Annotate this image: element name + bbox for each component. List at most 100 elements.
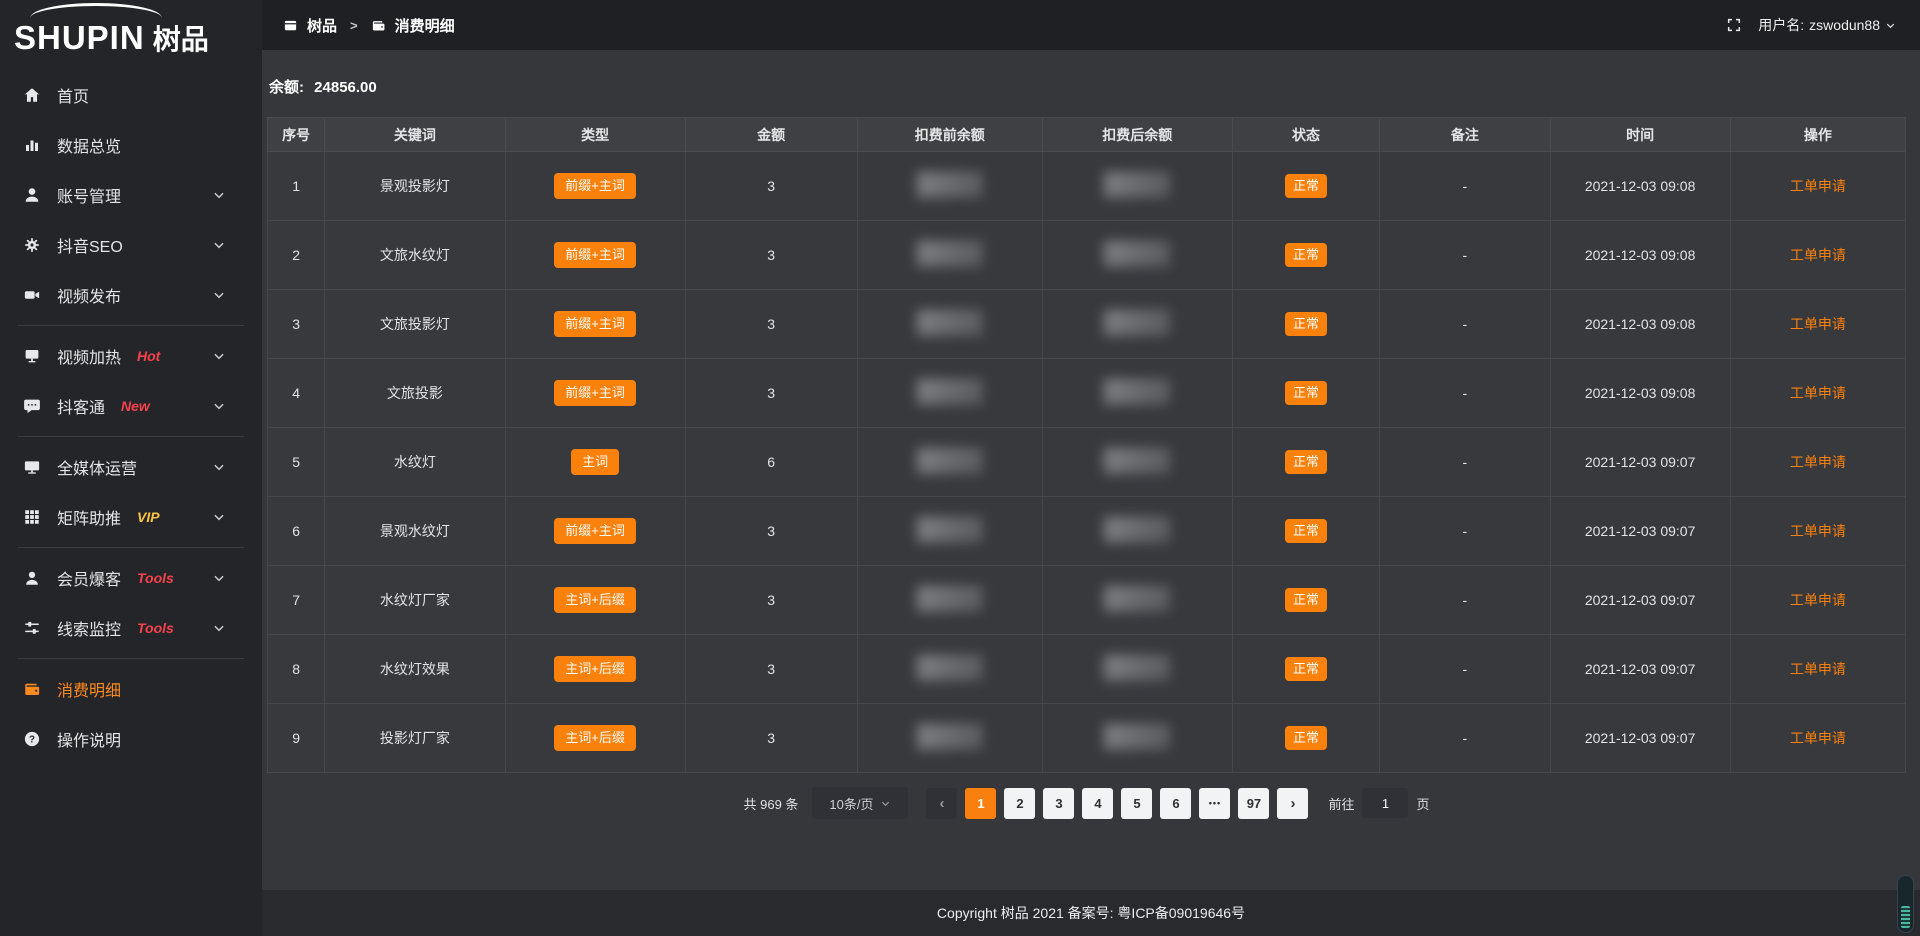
page-button-3[interactable]: 3 (1043, 788, 1074, 819)
brand-logo: SHUPIN 树品 (0, 0, 262, 62)
cell-keyword: 水纹灯 (394, 454, 436, 470)
sidebar-item-label: 抖客通 (57, 394, 105, 418)
prev-page-button[interactable]: ‹ (926, 788, 957, 819)
floating-widget[interactable] (1897, 875, 1914, 933)
ticket-apply-link[interactable]: 工单申请 (1790, 178, 1846, 194)
screen-icon (22, 346, 42, 366)
chat-icon (22, 396, 42, 416)
page-button-5[interactable]: 5 (1121, 788, 1152, 819)
more-pages-button[interactable]: ••• (1199, 788, 1230, 819)
sidebar-item-video-publish[interactable]: 视频发布 (0, 270, 262, 320)
ticket-apply-link[interactable]: 工单申请 (1790, 523, 1846, 539)
chevron-down-icon (212, 238, 226, 252)
table-row: 7 水纹灯厂家 主词+后缀 3 正常 - 2021-12-03 09:07 工单… (268, 566, 1906, 635)
cell-remark: - (1462, 661, 1467, 677)
status-badge: 正常 (1285, 726, 1327, 750)
ticket-apply-link[interactable]: 工单申请 (1790, 730, 1846, 746)
masked-balance-before (917, 172, 983, 198)
sidebar-item-video-heat[interactable]: 视频加热 Hot (0, 331, 262, 381)
breadcrumb: 树品 > 消费明细 (283, 15, 455, 36)
sidebar-item-account[interactable]: 账号管理 (0, 170, 262, 220)
sidebar-item-label: 账号管理 (57, 183, 121, 207)
col-header: 扣费前余额 (857, 118, 1042, 152)
bar-chart-icon (22, 135, 42, 155)
sidebar-item-douyin-seo[interactable]: 抖音SEO (0, 220, 262, 270)
sidebar-item-label: 操作说明 (57, 727, 121, 751)
cell-keyword: 景观水纹灯 (380, 523, 450, 539)
col-header: 关键词 (325, 118, 505, 152)
logo-arc-decoration (30, 3, 162, 33)
ticket-apply-link[interactable]: 工单申请 (1790, 316, 1846, 332)
cell-no: 7 (292, 592, 300, 608)
masked-balance-after (1104, 379, 1170, 405)
page-button-6[interactable]: 6 (1160, 788, 1191, 819)
cell-keyword: 文旅投影 (387, 385, 443, 401)
table-row: 4 文旅投影 前缀+主词 3 正常 - 2021-12-03 09:08 工单申… (268, 359, 1906, 428)
cell-remark: - (1462, 247, 1467, 263)
fullscreen-icon[interactable] (1726, 17, 1742, 33)
ticket-apply-link[interactable]: 工单申请 (1790, 385, 1846, 401)
home-icon (22, 85, 42, 105)
ticket-apply-link[interactable]: 工单申请 (1790, 247, 1846, 263)
goto-page-input[interactable] (1362, 788, 1408, 818)
sidebar-divider (18, 436, 244, 437)
sidebar-item-label: 抖音SEO (57, 233, 123, 257)
sidebar-item-matrix-boost[interactable]: 矩阵助推 VIP (0, 492, 262, 542)
sidebar: SHUPIN 树品 首页 数据总览 账号管理 (0, 0, 262, 936)
balance-label: 余额: (269, 79, 304, 96)
cell-time: 2021-12-03 09:07 (1585, 454, 1696, 470)
pagination: 共 969 条 10条/页 ‹ 1 2 3 4 5 6 ••• 97 › 前往 … (267, 787, 1906, 819)
goto-suffix: 页 (1416, 794, 1429, 813)
sidebar-item-lead-monitor[interactable]: 线索监控 Tools (0, 603, 262, 653)
status-badge: 正常 (1285, 588, 1327, 612)
sidebar-item-data-overview[interactable]: 数据总览 (0, 120, 262, 170)
question-icon: ? (22, 729, 42, 749)
col-header: 操作 (1730, 118, 1905, 152)
table-row: 3 文旅投影灯 前缀+主词 3 正常 - 2021-12-03 09:08 工单… (268, 290, 1906, 359)
tools-tag: Tools (137, 570, 174, 586)
status-badge: 正常 (1285, 450, 1327, 474)
status-badge: 正常 (1285, 519, 1327, 543)
sidebar-item-douketong[interactable]: 抖客通 New (0, 381, 262, 431)
next-page-button[interactable]: › (1277, 788, 1308, 819)
cell-remark: - (1462, 178, 1467, 194)
masked-balance-before (917, 655, 983, 681)
type-badge: 主词+后缀 (554, 656, 636, 682)
ticket-apply-link[interactable]: 工单申请 (1790, 592, 1846, 608)
svg-text:?: ? (29, 734, 35, 745)
sidebar-divider (18, 658, 244, 659)
sidebar-item-all-media[interactable]: 全媒体运营 (0, 442, 262, 492)
ticket-apply-link[interactable]: 工单申请 (1790, 454, 1846, 470)
page-button-1[interactable]: 1 (965, 788, 996, 819)
consumption-table: 序号 关键词 类型 金额 扣费前余额 扣费后余额 状态 备注 时间 操作 1 (267, 117, 1906, 773)
cell-keyword: 景观投影灯 (380, 178, 450, 194)
cell-keyword: 文旅水纹灯 (380, 247, 450, 263)
breadcrumb-root[interactable]: 树品 (307, 15, 337, 36)
ticket-apply-link[interactable]: 工单申请 (1790, 661, 1846, 677)
sidebar-item-member-burst[interactable]: 会员爆客 Tools (0, 553, 262, 603)
table-header-row: 序号 关键词 类型 金额 扣费前余额 扣费后余额 状态 备注 时间 操作 (268, 118, 1906, 152)
page-button-97[interactable]: 97 (1238, 788, 1269, 819)
cell-no: 5 (292, 454, 300, 470)
page-size-select[interactable]: 10条/页 (812, 787, 908, 819)
cell-time: 2021-12-03 09:08 (1585, 385, 1696, 401)
username-value: zswodun88 (1809, 17, 1880, 33)
sliders-icon (22, 618, 42, 638)
chevron-down-icon (212, 188, 226, 202)
sidebar-item-home[interactable]: 首页 (0, 70, 262, 120)
page-button-2[interactable]: 2 (1004, 788, 1035, 819)
masked-balance-after (1104, 655, 1170, 681)
user-icon (22, 185, 42, 205)
cell-remark: - (1462, 454, 1467, 470)
chevron-down-icon (212, 510, 226, 524)
sidebar-item-instructions[interactable]: ? 操作说明 (0, 714, 262, 764)
status-badge: 正常 (1285, 657, 1327, 681)
user-menu[interactable]: 用户名: zswodun88 (1758, 15, 1896, 35)
header-right: 用户名: zswodun88 (1726, 15, 1896, 35)
masked-balance-before (917, 517, 983, 543)
sidebar-item-label: 首页 (57, 83, 89, 107)
page-button-4[interactable]: 4 (1082, 788, 1113, 819)
hot-tag: Hot (137, 348, 160, 364)
sidebar-item-consumption-detail[interactable]: 消费明细 (0, 664, 262, 714)
masked-balance-after (1104, 517, 1170, 543)
